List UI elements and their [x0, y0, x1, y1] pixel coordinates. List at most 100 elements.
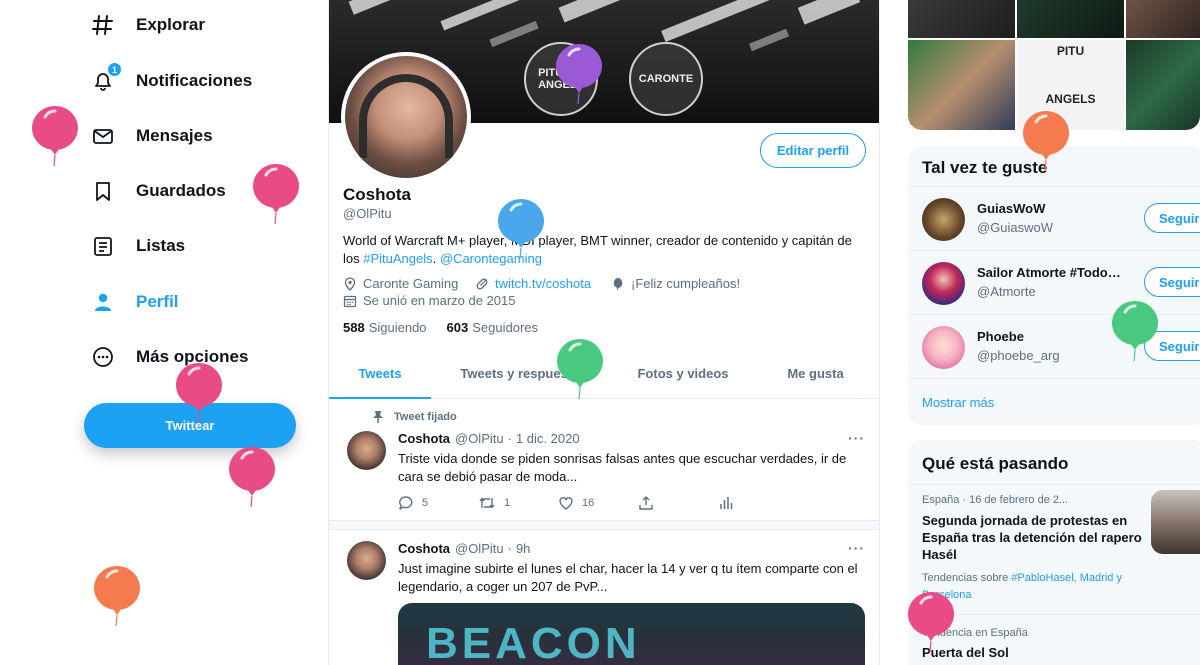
more-options-icon	[90, 344, 116, 370]
suggestion-handle: @Atmorte	[977, 284, 1036, 299]
tweet-text: Triste vida donde se piden sonrisas fals…	[398, 451, 847, 484]
tweet-media-text: BEACON	[426, 619, 641, 665]
suggestion-row[interactable]: GuiasWoW @GuiaswoW Seguir	[908, 186, 1200, 250]
retweet-icon	[478, 495, 496, 511]
bio-separator: .	[432, 251, 440, 266]
media-thumb[interactable]	[1126, 40, 1200, 130]
trend-meta: Tendencia en España	[922, 627, 1028, 639]
tweet-author-name[interactable]: Coshota	[398, 541, 450, 556]
tab-tweets[interactable]: Tweets	[329, 348, 431, 399]
media-thumb-pitu-angels[interactable]: PITU ANGELS	[1017, 40, 1124, 130]
tweet-author-avatar[interactable]	[347, 541, 386, 580]
follow-button[interactable]: Seguir	[1144, 331, 1200, 361]
suggestion-avatar[interactable]	[922, 262, 965, 305]
bell-icon: 1	[90, 62, 122, 94]
following-label: Siguiendo	[368, 320, 427, 335]
tweet-media-image[interactable]: BEACON	[398, 603, 865, 665]
media-thumb[interactable]	[1126, 0, 1200, 38]
nav-label-profile: Perfil	[136, 292, 179, 311]
banner-label-caronte: CARONTE	[638, 73, 694, 85]
tweet-button[interactable]: Twittear	[84, 403, 296, 448]
like-count: 16	[582, 497, 595, 509]
profile-bio: World of Warcraft M+ player, MDI player,…	[343, 232, 863, 268]
tweet-pinned[interactable]: Tweet fijado Coshota @OlPitu · 1 dic. 20…	[329, 400, 879, 520]
media-thumb[interactable]	[908, 40, 1015, 130]
trend-thumbnail[interactable]	[1151, 490, 1200, 554]
who-to-follow-title: Tal vez te guste	[922, 158, 1048, 177]
nav-label-explore: Explorar	[136, 15, 205, 34]
suggestion-name[interactable]: Sailor Atmorte #Todo…	[977, 265, 1121, 280]
nav-item-notifications[interactable]: 1 Notificaciones	[90, 61, 252, 101]
follow-button[interactable]: Seguir	[1144, 267, 1200, 297]
profile-birthday-text: ¡Feliz cumpleaños!	[631, 276, 741, 291]
follow-stats: 588 Siguiendo 603 Seguidores	[343, 320, 538, 335]
trend-title[interactable]: Puerta del Sol	[922, 644, 1009, 661]
following-stat[interactable]: 588 Siguiendo	[343, 320, 427, 335]
trend-title[interactable]: Segunda jornada de protestas en España t…	[922, 512, 1147, 563]
tweet-more-icon[interactable]: ···	[848, 430, 865, 446]
nav-label-messages: Mensajes	[136, 126, 213, 145]
profile-website-link[interactable]: twitch.tv/coshota	[495, 276, 591, 291]
suggestion-handle: @GuiaswoW	[977, 220, 1054, 235]
suggestion-avatar[interactable]	[922, 326, 965, 369]
follow-button[interactable]: Seguir	[1144, 203, 1200, 233]
pinned-label: Tweet fijado	[394, 411, 457, 423]
tweet-timestamp[interactable]: 9h	[516, 541, 530, 556]
bio-mention-link[interactable]: @Carontegaming	[440, 251, 542, 266]
tab-tweets-and-replies[interactable]: Tweets y respuestas	[431, 348, 616, 399]
tweet-separator: ·	[507, 541, 512, 556]
media-label-angels: ANGELS	[1045, 92, 1096, 106]
media-thumb[interactable]	[1017, 0, 1124, 38]
suggestion-row[interactable]: Sailor Atmorte #Todo… @Atmorte Seguir	[908, 250, 1200, 314]
profile-joined: Se unió en marzo de 2015	[343, 293, 516, 308]
suggestion-avatar[interactable]	[922, 198, 965, 241]
tab-likes[interactable]: Me gusta	[750, 348, 879, 399]
suggestion-name[interactable]: Phoebe	[977, 329, 1024, 344]
nav-item-messages[interactable]: Mensajes	[90, 116, 213, 156]
followers-stat[interactable]: 603 Seguidores	[447, 320, 538, 335]
tweet-timestamp[interactable]: 1 dic. 2020	[516, 431, 580, 446]
profile-handle: @OlPitu	[343, 206, 392, 221]
tweet-header: Coshota @OlPitu · 1 dic. 2020	[398, 431, 580, 446]
tweet-divider	[329, 520, 879, 530]
reply-count: 5	[422, 497, 429, 509]
suggestion-row[interactable]: Phoebe @phoebe_arg Seguir	[908, 314, 1200, 378]
tweet-separator: ·	[507, 431, 512, 446]
trend-related: Tendencias sobre #PabloHasel, Madrid y B…	[922, 570, 1152, 604]
reply-button[interactable]: 5	[398, 495, 478, 511]
tweet-more-icon[interactable]: ···	[848, 540, 865, 556]
tweet-author-avatar[interactable]	[347, 431, 386, 470]
balloon-icon	[611, 277, 625, 291]
heart-icon	[558, 495, 574, 511]
nav-item-profile[interactable]: Perfil	[90, 282, 179, 322]
media-thumb[interactable]	[908, 0, 1015, 38]
banner-label-pitu: PITU	[538, 67, 564, 79]
tweet-author-name[interactable]: Coshota	[398, 431, 450, 446]
suggestion-handle: @phoebe_arg	[977, 348, 1060, 363]
like-button[interactable]: 16	[558, 495, 638, 511]
share-button[interactable]	[638, 495, 718, 511]
tweet-latest[interactable]: Coshota @OlPitu · 9h ··· Just imagine su…	[329, 531, 879, 665]
edit-profile-button[interactable]: Editar perfil	[760, 133, 866, 168]
nav-item-lists[interactable]: Listas	[90, 226, 185, 266]
show-more-link[interactable]: Mostrar más	[922, 395, 994, 410]
list-icon	[90, 233, 116, 259]
pinned-indicator: Tweet fijado	[372, 410, 457, 424]
analytics-button[interactable]	[718, 495, 798, 511]
banner-label-angels: ANGELS	[538, 79, 584, 91]
bio-hashtag-link[interactable]: #PituAngels	[363, 251, 432, 266]
caronte-emblem: CARONTE	[629, 42, 703, 116]
suggestion-name[interactable]: GuiasWoW	[977, 201, 1045, 216]
retweet-count: 1	[504, 497, 511, 509]
nav-item-bookmarks[interactable]: Guardados	[90, 171, 226, 211]
right-sidebar: PITU ANGELS Tal vez te guste GuiasWoW @G…	[880, 0, 1200, 665]
profile-avatar[interactable]	[341, 52, 471, 182]
retweet-button[interactable]: 1	[478, 495, 558, 511]
nav-item-explore[interactable]: Explorar	[90, 5, 205, 45]
profile-website[interactable]: twitch.tv/coshota	[475, 276, 591, 291]
tweet-author-handle: @OlPitu	[455, 431, 504, 446]
tab-photos-and-videos[interactable]: Fotos y videos	[616, 348, 750, 399]
link-icon	[475, 277, 489, 291]
profile-media-grid: PITU ANGELS	[908, 0, 1200, 130]
nav-item-more-options[interactable]: Más opciones	[90, 337, 248, 377]
